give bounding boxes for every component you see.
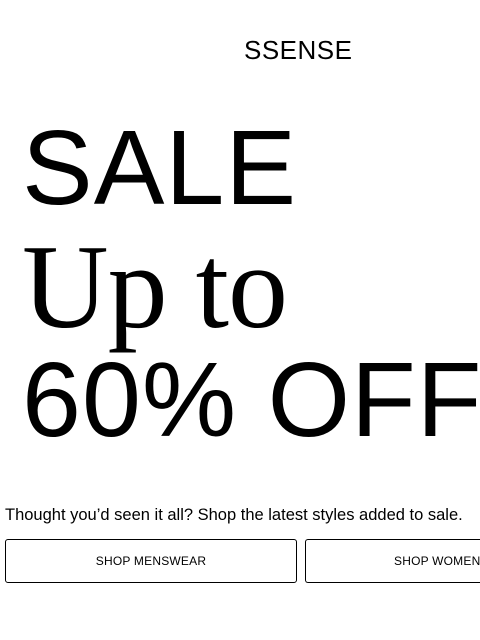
sale-tagline: Thought you’d seen it all? Shop the late… — [5, 506, 463, 524]
shop-menswear-label: SHOP MENSWEAR — [95, 554, 207, 568]
shop-menswear-button[interactable]: SHOP MENSWEAR — [5, 539, 297, 583]
shop-womenswear-button[interactable]: SHOP WOMENSWEAR — [305, 539, 480, 583]
hero-up-to-text: Up to — [22, 220, 288, 353]
hero-sale-text: SALE — [22, 109, 298, 227]
shop-womenswear-label: SHOP WOMENSWEAR — [394, 554, 480, 568]
sale-hero-banner[interactable]: SALE Up to 60% OFF — [0, 0, 480, 470]
hero-discount-text: 60% OFF — [22, 341, 480, 459]
